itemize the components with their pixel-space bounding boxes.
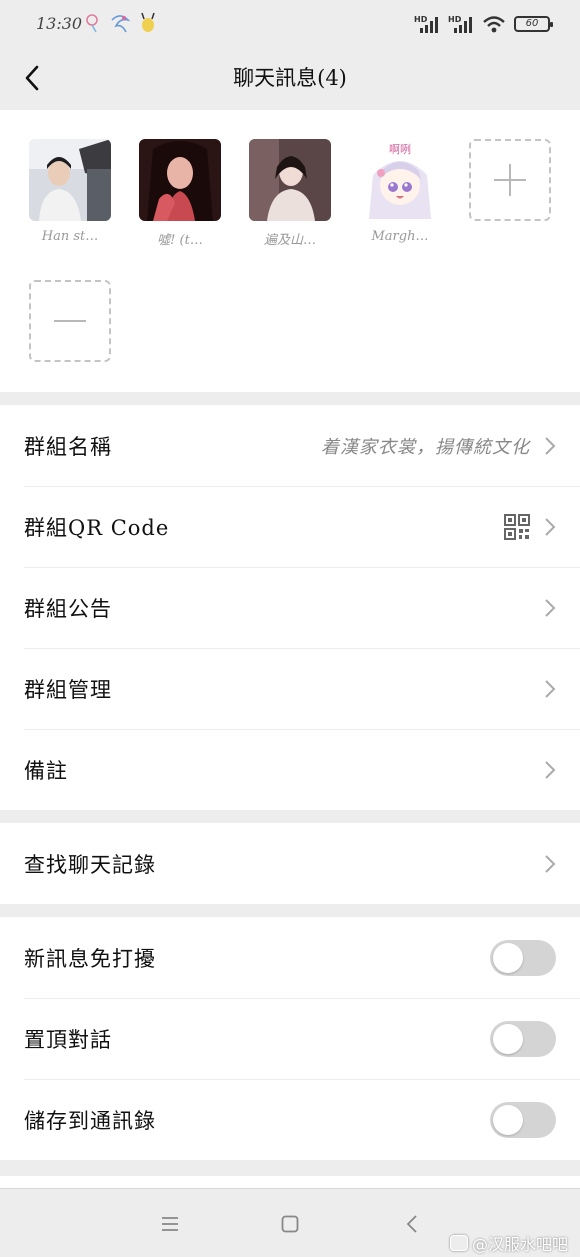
status-indicators: HD HD 60 [414,14,553,34]
nav-bar: 聊天訊息(4) [0,48,580,108]
member-name: 遍及山… [263,233,316,248]
member-name: Han st… [41,229,99,244]
search-history-row[interactable]: 查找聊天記錄 [0,823,580,904]
search-history-label: 查找聊天記錄 [24,852,156,877]
group-manage-label: 群組管理 [24,677,112,702]
signal-1-icon: HD [414,15,438,33]
save-to-contacts-toggle[interactable] [490,1101,556,1138]
pin-chat-row: 置頂對話 [0,998,580,1079]
toggle-knob [493,942,523,973]
network-2-label: HD [448,15,462,24]
weibo-logo-icon [449,1235,468,1251]
avatar[interactable]: 啊咧 [359,139,441,221]
member-item[interactable]: 遍及山… [249,139,331,248]
toggle-knob [493,1104,523,1135]
battery-level: 60 [525,18,539,29]
avatar[interactable] [29,139,111,221]
member-name: Margh… [371,229,429,244]
save-to-contacts-row: 儲存到通訊錄 [0,1079,580,1160]
search-section: 查找聊天記錄 [0,823,580,904]
chevron-right-icon [544,598,556,618]
member-item[interactable]: 噓! (t… [139,139,221,248]
watermark-text: @汉服水吧吧 [471,1235,568,1254]
battery-icon: 60 [514,16,553,32]
system-navigation-bar: @汉服水吧吧 [0,1188,580,1257]
remark-row[interactable]: 備註 [0,729,580,810]
back-key[interactable] [397,1209,427,1239]
network-1-label: HD [414,15,428,24]
mute-notifications-label: 新訊息免打擾 [24,946,156,971]
remove-member-button[interactable] [29,280,111,362]
group-notice-row[interactable]: 群組公告 [0,567,580,648]
save-to-contacts-label: 儲存到通訊錄 [24,1108,156,1133]
mute-notifications-toggle[interactable] [490,939,556,976]
group-members-panel: Han st… 噓! (t… 遍及山… 啊咧 Margh… [0,110,580,392]
pin-chat-label: 置頂對話 [24,1027,112,1052]
dragon-emoji-icon [111,15,130,33]
signal-2-icon: HD [448,15,472,33]
home-key[interactable] [275,1209,305,1239]
chevron-right-icon [544,517,556,537]
next-section-edge [0,1176,580,1188]
group-settings-section: 群組名稱 着漢家衣裳，揚傳統文化 群組QR Code 群組公告 群組管理 備註 [0,405,580,810]
avatar[interactable] [249,139,331,221]
pin-chat-toggle[interactable] [490,1020,556,1057]
flower-emoji-icon [86,14,98,33]
add-member-button[interactable] [469,139,551,221]
page-title: 聊天訊息(4) [233,66,347,90]
avatar[interactable] [139,139,221,221]
toggle-settings-section: 新訊息免打擾 置頂對話 儲存到通訊錄 [0,917,580,1160]
status-time: 13:30 [36,14,83,33]
chevron-right-icon [544,679,556,699]
member-name: 噓! (t… [157,233,203,248]
qr-code-icon [504,513,530,540]
mute-notifications-row: 新訊息免打擾 [0,917,580,998]
chevron-right-icon [544,854,556,874]
chevron-right-icon [544,436,556,456]
group-manage-row[interactable]: 群組管理 [0,648,580,729]
plus-icon [494,164,526,196]
status-bar: 13:30 HD HD 60 [0,0,580,48]
minus-icon [54,320,86,322]
group-qr-row[interactable]: 群組QR Code [0,486,580,567]
back-triangle-icon [406,1215,417,1233]
wifi-icon [483,16,505,33]
menu-key[interactable] [155,1209,185,1239]
remark-label: 備註 [24,758,68,783]
home-square-icon [281,1215,299,1233]
group-name-row[interactable]: 群組名稱 着漢家衣裳，揚傳統文化 [0,405,580,486]
anime-caption: 啊咧 [389,143,411,156]
pikachu-emoji-icon [141,12,155,32]
member-item[interactable]: 啊咧 Margh… [359,139,441,244]
group-qr-label: 群組QR Code [24,515,170,540]
group-name-value: 着漢家衣裳，揚傳統文化 [321,436,530,458]
chevron-right-icon [544,760,556,780]
menu-icon [162,1217,178,1231]
toggle-knob [493,1023,523,1054]
group-notice-label: 群組公告 [24,596,112,621]
watermark: @汉服水吧吧 [449,1231,568,1255]
member-item[interactable]: Han st… [29,139,111,244]
group-name-label: 群組名稱 [24,434,112,459]
